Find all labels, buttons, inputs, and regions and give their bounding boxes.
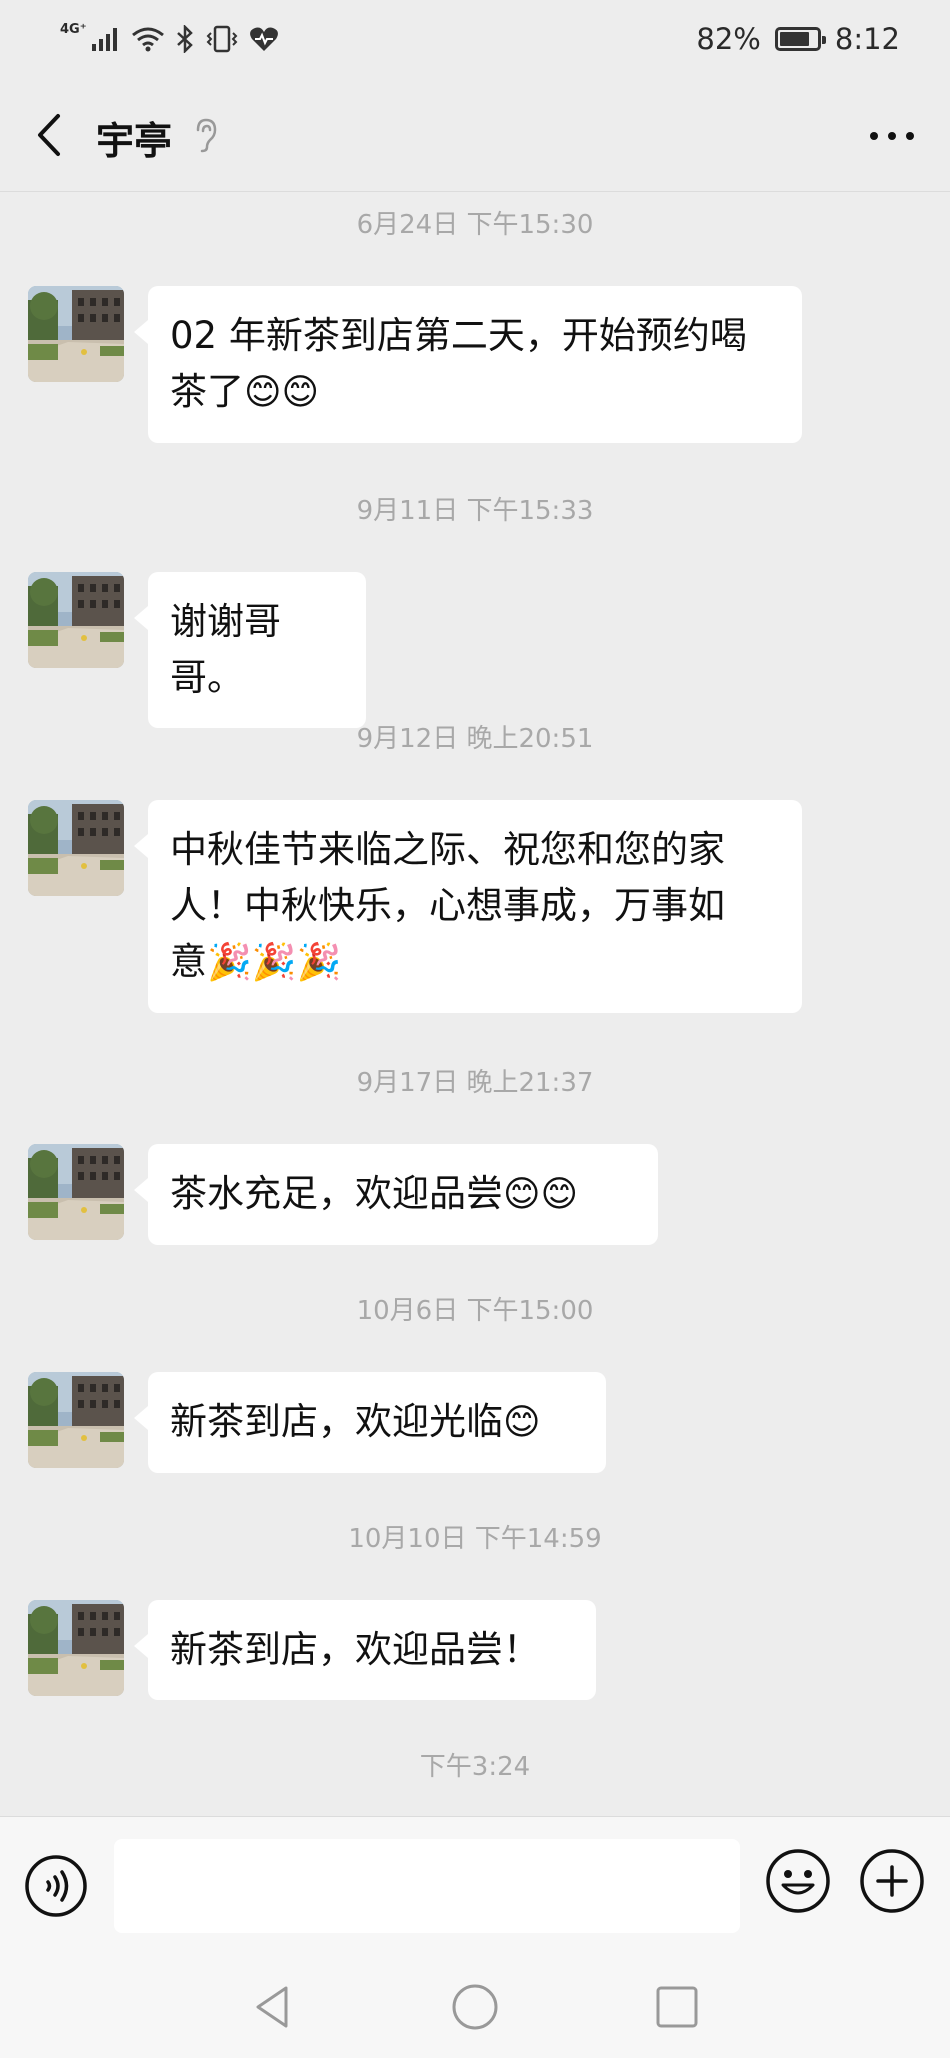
avatar[interactable]	[28, 1372, 124, 1468]
message-timestamp: 10月10日 下午14:59	[348, 1524, 602, 1554]
square-recents-icon	[656, 1986, 698, 2028]
circle-home-icon	[452, 1984, 498, 2030]
input-bar	[0, 1816, 950, 1952]
message-bubble[interactable]: 中秋佳节来临之际、祝您和您的家 人！中秋快乐，心想事成，万事如 意🎉🎉🎉	[134, 800, 802, 1013]
message-timestamp: 9月12日 晚上20:51	[356, 724, 594, 754]
signal-icon	[91, 28, 117, 51]
plus-circle-icon	[860, 1849, 924, 1913]
avatar-photo	[28, 1600, 124, 1696]
message-timestamp: 10月6日 下午15:00	[356, 1296, 594, 1326]
health-heart-icon	[249, 27, 278, 51]
message-bubble[interactable]: 谢谢哥哥。	[134, 572, 366, 728]
message-bubble[interactable]: 茶水充足，欢迎品尝😊😊	[134, 1144, 658, 1245]
message-timestamp: 9月17日 晚上21:37	[356, 1068, 594, 1098]
avatar[interactable]	[28, 800, 124, 896]
emoji-smile: 😊😊	[503, 1174, 579, 1215]
battery-fill	[779, 32, 810, 46]
emoji-party-popper: 🎉🎉🎉	[207, 942, 342, 983]
nav-recents-button[interactable]	[652, 1982, 702, 2032]
message-bubble[interactable]: 02 年新茶到店第二天，开始预约喝 茶了😊😊	[134, 286, 802, 443]
battery-icon	[774, 27, 826, 51]
avatar[interactable]	[28, 572, 124, 668]
back-button[interactable]	[28, 108, 78, 162]
message-text: 茶水充足，欢迎品尝	[170, 1172, 503, 1215]
avatar[interactable]	[28, 1144, 124, 1240]
smiley-face-icon	[766, 1849, 830, 1913]
emoji-smile: 😊	[503, 1402, 541, 1443]
message-timestamp: 6月24日 下午15:30	[356, 210, 594, 240]
battery-percent: 82%	[696, 22, 761, 56]
emoji-smile: 😊😊	[244, 372, 320, 413]
avatar-photo	[28, 572, 124, 668]
chat-messages[interactable]: 6月24日 下午15:30 02 年新茶到店第二天，开始预约喝 茶了😊😊 9月1…	[0, 192, 950, 1816]
status-bar: 4G⁺ 82% 8:12	[0, 0, 950, 78]
chat-header: 宇亭	[0, 78, 950, 192]
avatar-photo	[28, 1144, 124, 1240]
earpiece-mode-icon	[196, 118, 217, 153]
latest-timestamp: 下午3:24	[419, 1752, 531, 1782]
chevron-left-icon	[38, 114, 60, 156]
avatar[interactable]	[28, 286, 124, 382]
more-functions-button[interactable]	[858, 1847, 926, 1915]
bluetooth-icon	[176, 25, 193, 53]
status-icons: 4G⁺	[60, 21, 279, 53]
network-type: 4G⁺	[60, 21, 87, 37]
more-options-button[interactable]	[864, 118, 920, 154]
avatar[interactable]	[28, 1600, 124, 1696]
avatar-photo	[28, 1372, 124, 1468]
clock: 8:12	[834, 22, 900, 56]
voice-icon	[25, 1855, 87, 1917]
message-input[interactable]	[114, 1839, 740, 1933]
nav-back-button[interactable]	[248, 1982, 298, 2032]
message-bubble[interactable]: 新茶到店，欢迎光临😊	[134, 1372, 606, 1473]
message-text: 谢谢哥哥。	[170, 600, 281, 699]
status-right: 82% 8:12	[696, 22, 900, 56]
message-text: 新茶到店，欢迎品尝！	[170, 1628, 540, 1671]
message-timestamp: 9月11日 下午15:33	[356, 496, 594, 526]
avatar-photo	[28, 286, 124, 382]
wifi-icon	[131, 27, 164, 52]
more-dots-icon	[870, 132, 914, 140]
vibrate-icon	[206, 25, 237, 53]
voice-input-button[interactable]	[24, 1854, 88, 1918]
emoji-button[interactable]	[764, 1847, 832, 1915]
system-navigation-bar	[0, 1952, 950, 2058]
nav-home-button[interactable]	[450, 1982, 500, 2032]
message-text: 新茶到店，欢迎光临	[170, 1400, 503, 1443]
contact-name: 宇亭	[96, 119, 173, 163]
triangle-back-icon	[256, 1986, 288, 2028]
message-bubble[interactable]: 新茶到店，欢迎品尝！	[134, 1600, 596, 1700]
avatar-photo	[28, 800, 124, 896]
